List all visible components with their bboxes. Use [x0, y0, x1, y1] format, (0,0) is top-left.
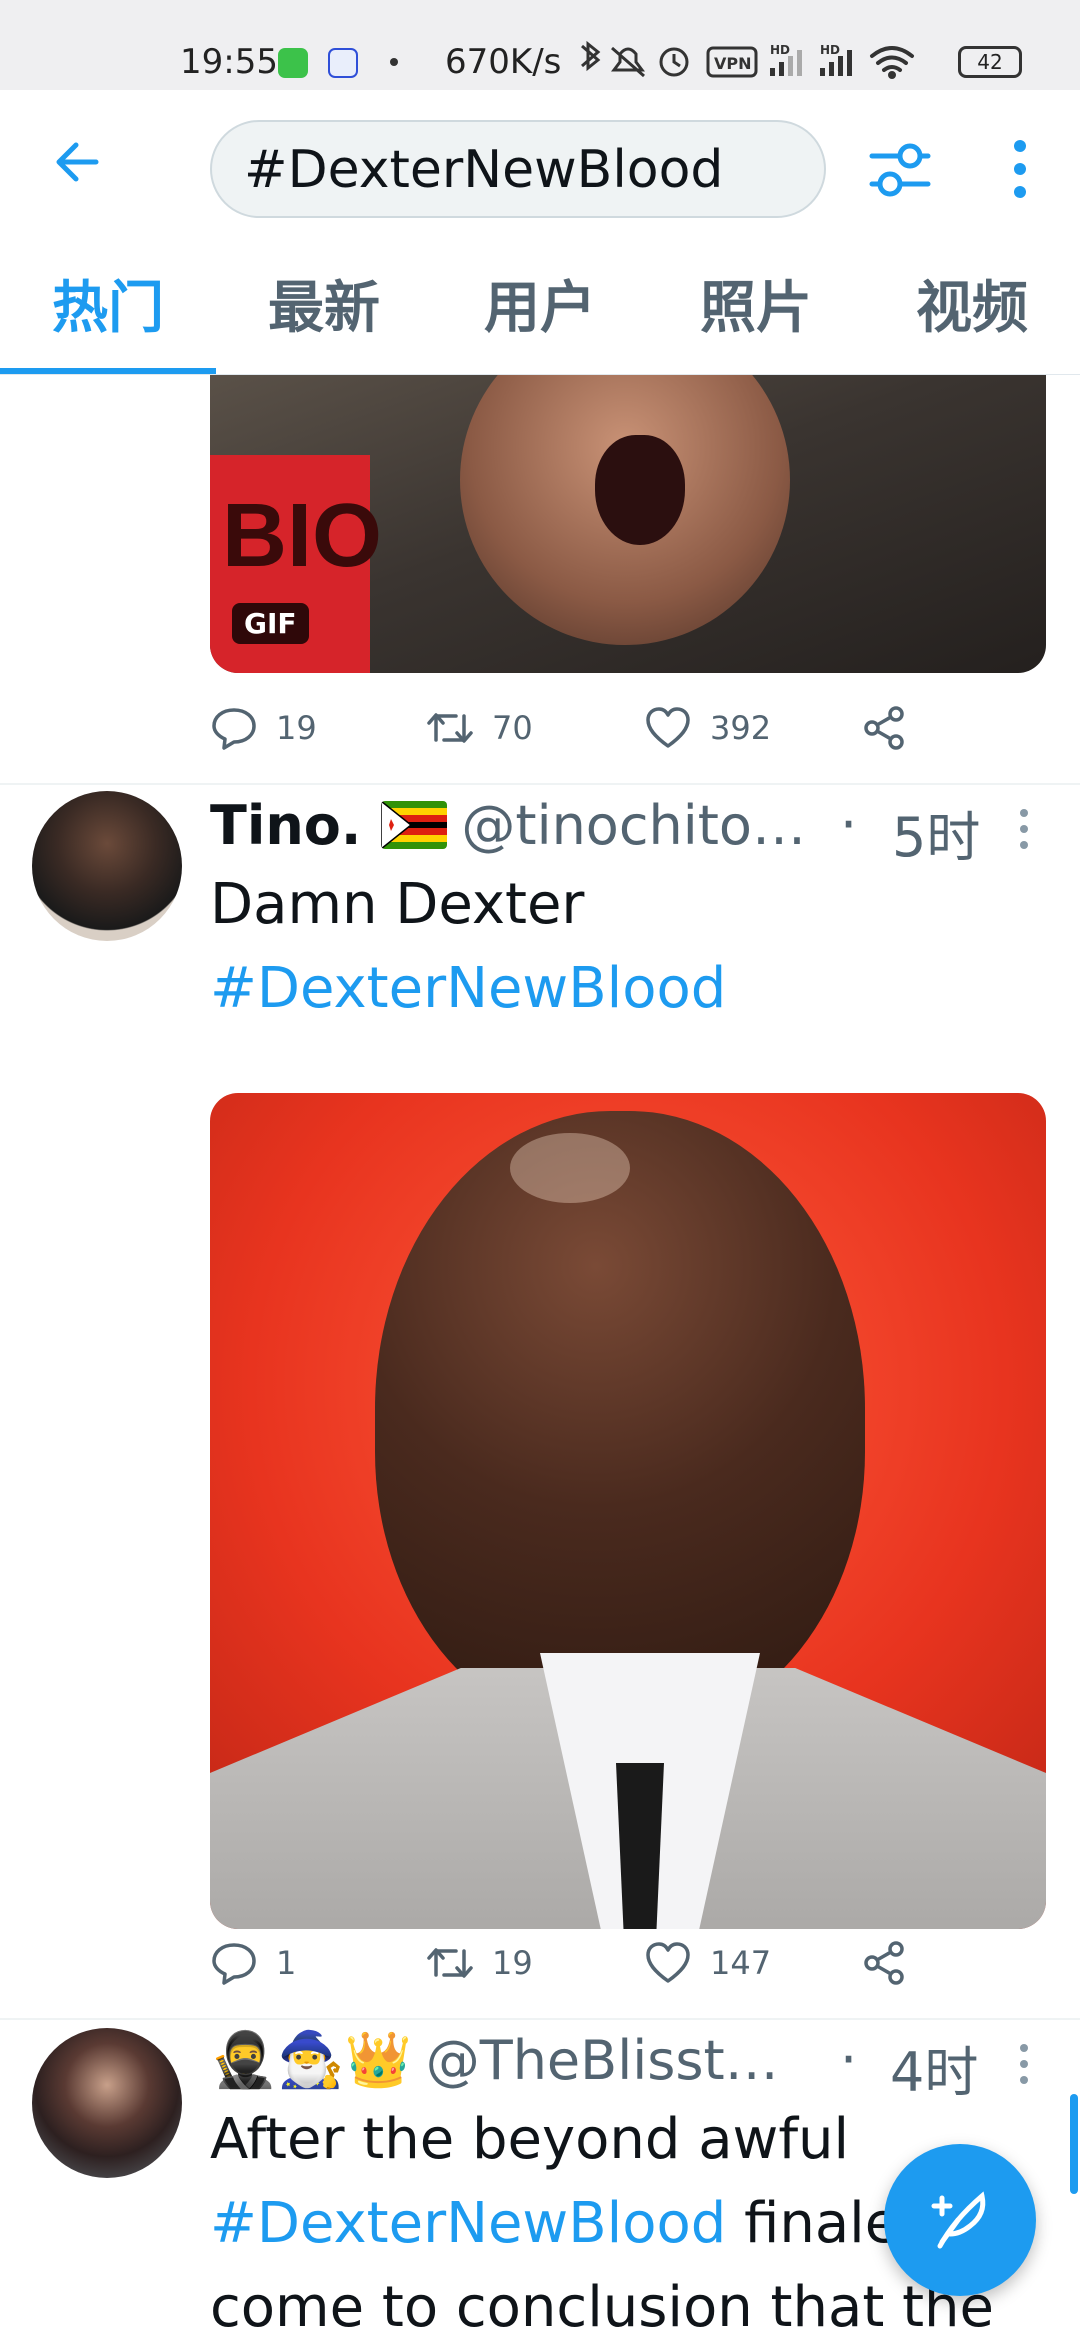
retweet-icon [427, 713, 473, 743]
scrollbar-thumb[interactable] [1070, 2094, 1078, 2194]
tweet-actions: 1 19 147 [210, 1928, 1046, 1998]
separator: · [840, 2028, 858, 2091]
alarm-icon [659, 47, 689, 77]
tweet-time: 5时 [892, 806, 981, 869]
search-tabs: 热门 最新 用户 照片 视频 [0, 242, 1080, 375]
more-vertical-icon[interactable] [1000, 138, 1040, 200]
bluetooth-icon [581, 40, 601, 72]
hashtag-link[interactable]: #DexterNewBlood [210, 2191, 726, 2256]
image-highlight [510, 1133, 630, 1203]
status-dot [390, 58, 398, 66]
display-name-emojis[interactable]: 🥷🧙‍♂️👑 [210, 2028, 412, 2092]
more-vertical-icon[interactable] [1012, 2040, 1036, 2088]
gif-badge: GIF [232, 603, 309, 644]
media-mouth [595, 435, 685, 545]
arrow-left-icon[interactable] [52, 137, 102, 187]
display-name[interactable]: Tino. [210, 794, 361, 857]
share-button[interactable] [860, 1928, 908, 1998]
like-count: 392 [710, 709, 772, 747]
hashtag-link[interactable]: #DexterNewBlood [210, 947, 726, 1031]
tab-videos[interactable]: 视频 [864, 242, 1080, 375]
avatar[interactable] [32, 2028, 182, 2178]
app-notification-icon [328, 48, 358, 78]
tweet-header: Tino. @tinochito… [210, 785, 806, 865]
media-sign-text: BIO [222, 486, 383, 586]
separator: · [840, 793, 858, 856]
tab-top[interactable]: 热门 [0, 242, 216, 375]
tab-people[interactable]: 用户 [432, 242, 648, 375]
retweet-count: 70 [492, 709, 533, 747]
comment-icon [212, 1943, 256, 1985]
share-icon [864, 706, 904, 750]
tweet-tinochito[interactable]: Tino. @tinochito… · 5时 Damn Dexter #Dext… [0, 785, 1080, 1929]
like-count: 147 [710, 1944, 772, 1982]
battery-indicator: 42 [958, 46, 1022, 78]
tab-latest[interactable]: 最新 [216, 242, 432, 375]
tweet-header: 🥷🧙‍♂️👑 @TheBlisst… [210, 2020, 779, 2100]
signal-icon-2: HD [820, 43, 852, 76]
svg-text:HD: HD [820, 43, 840, 57]
share-button[interactable] [860, 693, 908, 763]
like-button[interactable]: 392 [644, 693, 771, 763]
reply-count: 1 [276, 1944, 297, 1982]
retweet-button[interactable]: 19 [426, 1928, 533, 1998]
retweet-button[interactable]: 70 [426, 693, 533, 763]
tweet-text-line-3: come to conclusion that the [210, 2275, 994, 2340]
heart-icon [646, 707, 690, 748]
mute-icon [611, 46, 645, 78]
retweet-icon [427, 1948, 473, 1978]
svg-text:HD: HD [770, 43, 790, 57]
network-speed: 670K/s [445, 42, 562, 82]
svg-text:VPN: VPN [714, 54, 752, 73]
wifi-icon [870, 46, 914, 79]
comment-icon [212, 708, 256, 750]
zimbabwe-flag-icon [381, 801, 448, 849]
active-tab-indicator [0, 368, 216, 374]
tweet-image[interactable] [210, 1093, 1046, 1929]
tweet-text-line-1: After the beyond awful [210, 2107, 850, 2172]
search-input[interactable]: #DexterNewBlood [210, 120, 826, 218]
search-query: #DexterNewBlood [244, 140, 724, 200]
reply-count: 19 [276, 709, 317, 747]
user-handle[interactable]: @tinochito… [461, 794, 806, 857]
tweet-text: Damn Dexter [210, 872, 585, 937]
tweet-actions: 19 70 392 [210, 693, 1046, 763]
more-vertical-icon[interactable] [1012, 805, 1036, 853]
status-time: 19:55 [180, 42, 278, 82]
status-bar: 19:55 670K/s VPN HD HD 42 [0, 0, 1080, 90]
retweet-count: 19 [492, 1944, 533, 1982]
heart-icon [646, 1942, 690, 1983]
search-app-bar: #DexterNewBlood [0, 90, 1080, 242]
user-handle[interactable]: @TheBlisst… [426, 2029, 779, 2092]
compose-tweet-button[interactable] [884, 2144, 1036, 2296]
reply-button[interactable]: 1 [210, 1928, 296, 1998]
tweet-feed[interactable]: BIO GIF 19 70 392 Tino. @tinochito… · 5时… [0, 375, 1080, 2340]
avatar[interactable] [32, 791, 182, 941]
tweet-actions [210, 1575, 1046, 1645]
share-icon [864, 1941, 904, 1985]
tweet-time: 4时 [890, 2041, 979, 2104]
tweet-gif-media[interactable]: BIO GIF [210, 375, 1046, 673]
feather-plus-icon [931, 2191, 986, 2249]
like-button[interactable]: 147 [644, 1928, 771, 1998]
reply-button[interactable]: 19 [210, 693, 317, 763]
sliders-icon[interactable] [868, 140, 932, 200]
signal-icon-1: HD [770, 43, 802, 76]
tab-photos[interactable]: 照片 [648, 242, 864, 375]
vpn-icon: VPN [706, 46, 758, 78]
download-notification-icon [278, 48, 308, 78]
